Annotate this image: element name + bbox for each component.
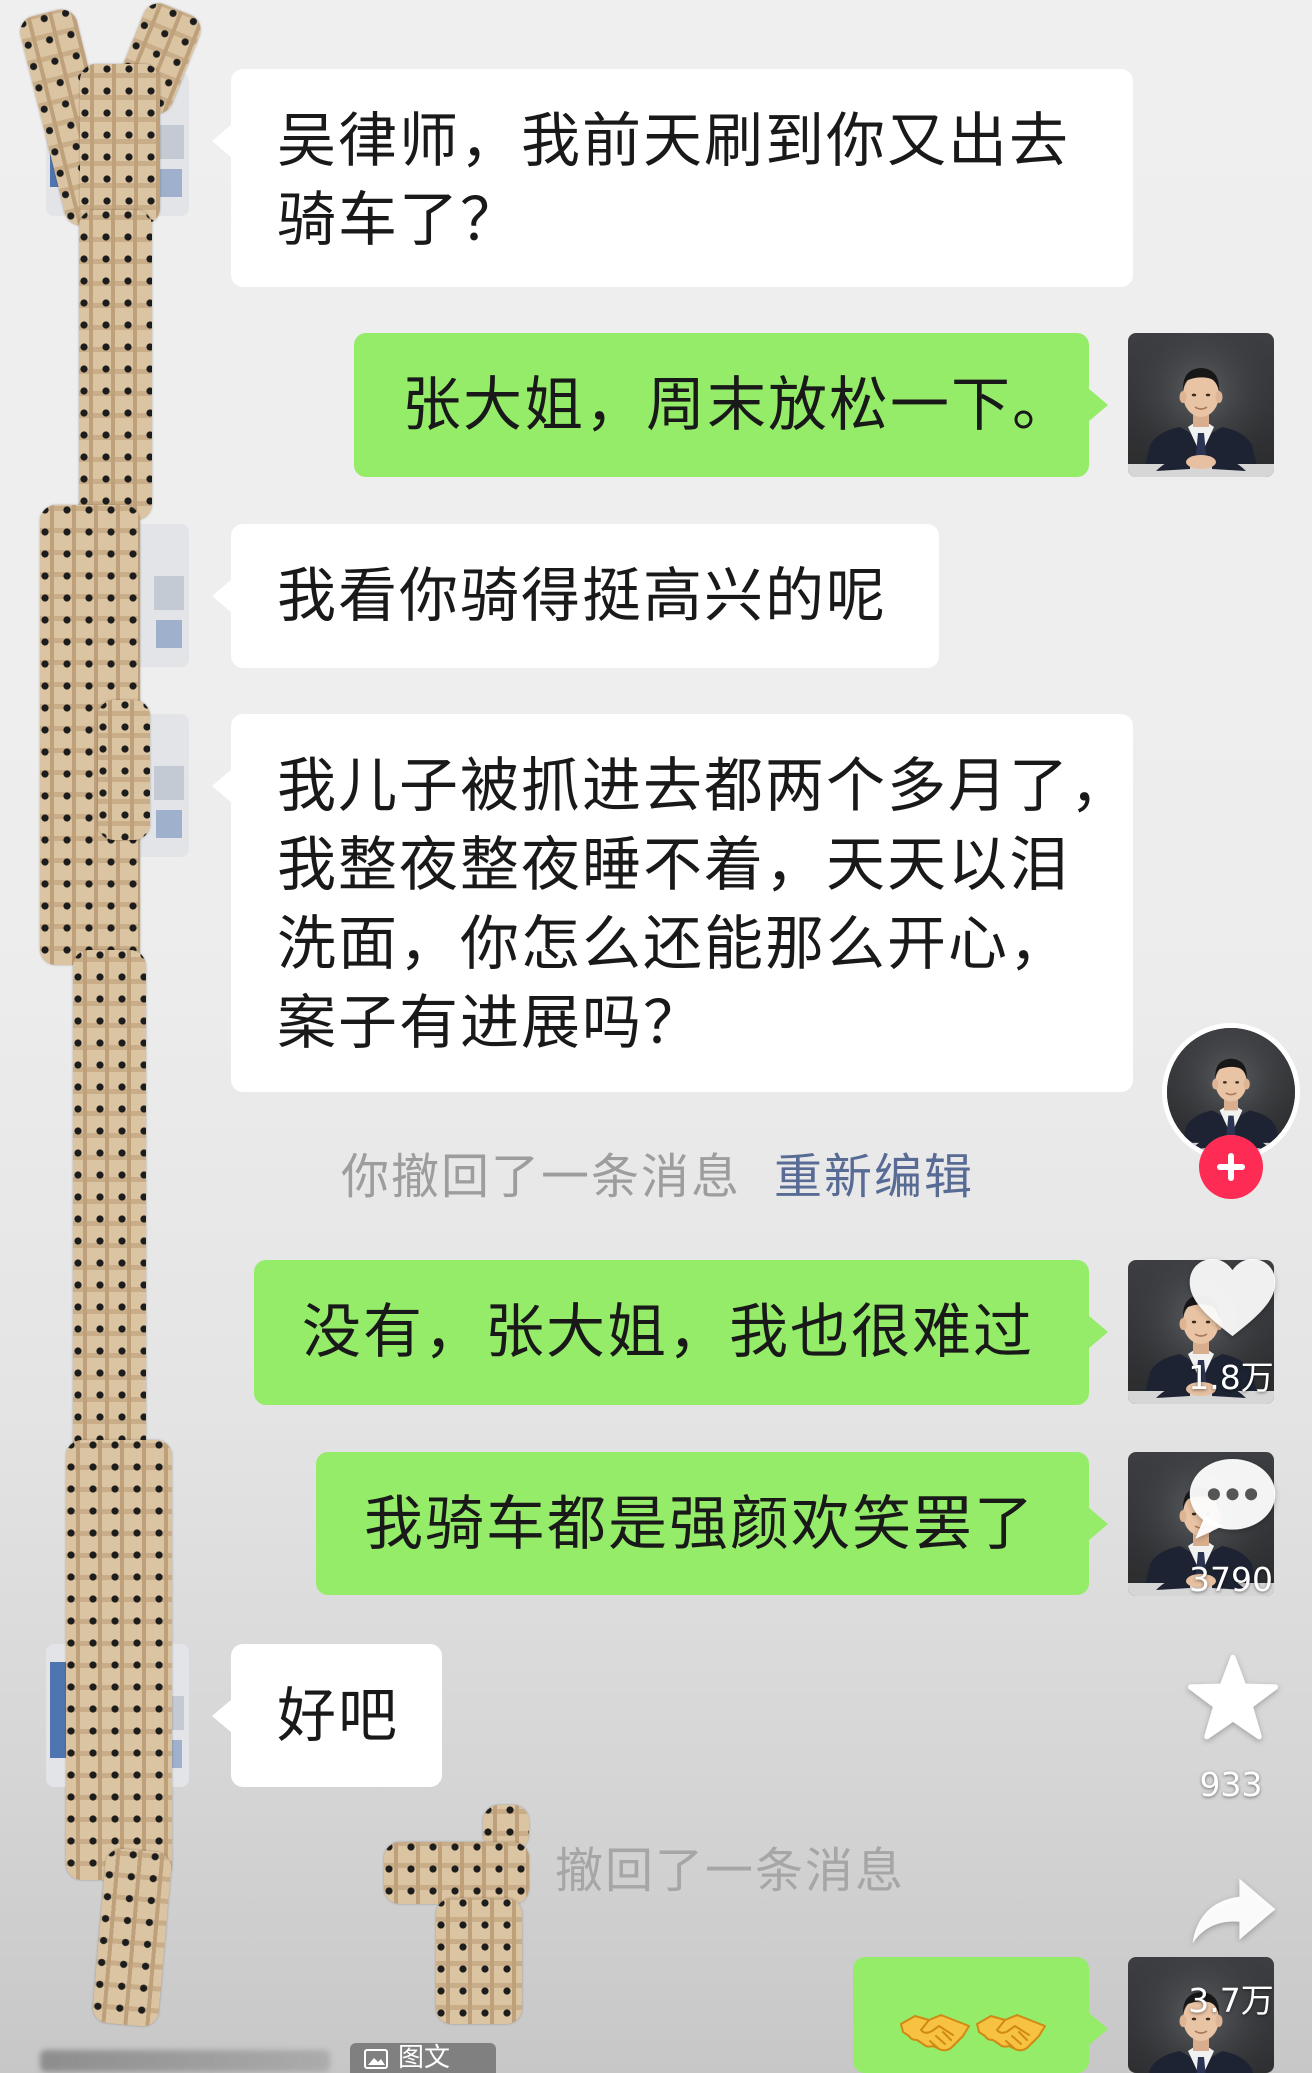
post-screen: 吴律师，我前天刷到你又出去 骑车了？ 张大姐，周末放松一下。 我看你骑得挺高兴的…: [0, 0, 1312, 2073]
avatar-lawyer: [1128, 333, 1274, 477]
comment-count: 3790: [1189, 1560, 1273, 1599]
recall-notice: 撤回了一条消息: [555, 1842, 905, 1900]
recall-notice: 你撤回了一条消息 重新编辑: [341, 1148, 974, 1206]
message-text-line: 骑车了？: [277, 185, 522, 254]
post-type-label: 图文: [398, 2043, 451, 2073]
message-text-line: 我骑车都是强颜欢笑罢了: [364, 1489, 1036, 1558]
privacy-mosaic: [384, 1842, 529, 1904]
message-bubble-incoming: 吴律师，我前天刷到你又出去 骑车了？: [212, 69, 1133, 287]
post-type-tag: 图文: [350, 2043, 496, 2073]
message-text-line: 我看你骑得挺高兴的呢: [277, 561, 888, 630]
follow-button[interactable]: [1199, 1135, 1263, 1199]
message-text-line: 好吧: [277, 1681, 400, 1750]
message-text-line: 张大姐，周末放松一下。: [402, 370, 1074, 439]
message-text-line: 案子有进展吗？: [277, 988, 705, 1057]
message-text-line: 没有，张大姐，我也很难过: [302, 1297, 1035, 1366]
recall-notice-text: 你撤回了一条消息: [341, 1149, 742, 1205]
privacy-mosaic: [79, 210, 152, 520]
recall-notice-text: 撤回了一条消息: [555, 1843, 906, 1899]
like-count: 1.8万: [1188, 1358, 1274, 1397]
message-text-line: 吴律师，我前天刷到你又出去: [277, 106, 1071, 175]
message-text-line: 我儿子被抓进去都两个多月了，: [277, 751, 1132, 820]
message-bubble-outgoing: 我骑车都是强颜欢笑罢了: [316, 1452, 1108, 1595]
re-edit-link: 重新编辑: [774, 1149, 975, 1205]
privacy-mosaic: [98, 700, 150, 840]
privacy-mosaic: [436, 1898, 522, 2024]
caption-blurred: [40, 2050, 330, 2072]
message-text-line: 我整夜整夜睡不着，天天以泪: [277, 830, 1071, 899]
privacy-mosaic: [66, 1440, 172, 1880]
star-icon[interactable]: [1188, 1653, 1278, 1741]
comment-icon[interactable]: [1186, 1455, 1279, 1541]
heart-icon[interactable]: [1186, 1256, 1279, 1340]
message-bubble-outgoing: 张大姐，周末放松一下。: [354, 333, 1108, 477]
image-icon: [364, 2049, 388, 2069]
share-icon[interactable]: [1188, 1875, 1280, 1947]
message-bubble-outgoing: 没有，张大姐，我也很难过: [254, 1260, 1108, 1405]
handshake-icon: [899, 2004, 971, 2058]
favorite-count: 933: [1199, 1765, 1263, 1804]
handshake-icon: [975, 2004, 1047, 2058]
message-bubble-incoming: 我儿子被抓进去都两个多月了， 我整夜整夜睡不着，天天以泪 洗面，你怎么还能那么开…: [212, 714, 1133, 1092]
privacy-mosaic: [73, 950, 146, 1460]
message-bubble-incoming: 我看你骑得挺高兴的呢: [212, 524, 939, 668]
privacy-mosaic: [91, 1847, 173, 2028]
share-count: 3.7万: [1188, 1981, 1274, 2020]
message-text-line: 洗面，你怎么还能那么开心，: [277, 909, 1071, 978]
message-bubble-outgoing: [853, 1957, 1108, 2073]
privacy-mosaic: [80, 64, 160, 224]
message-bubble-incoming: 好吧: [212, 1644, 442, 1787]
